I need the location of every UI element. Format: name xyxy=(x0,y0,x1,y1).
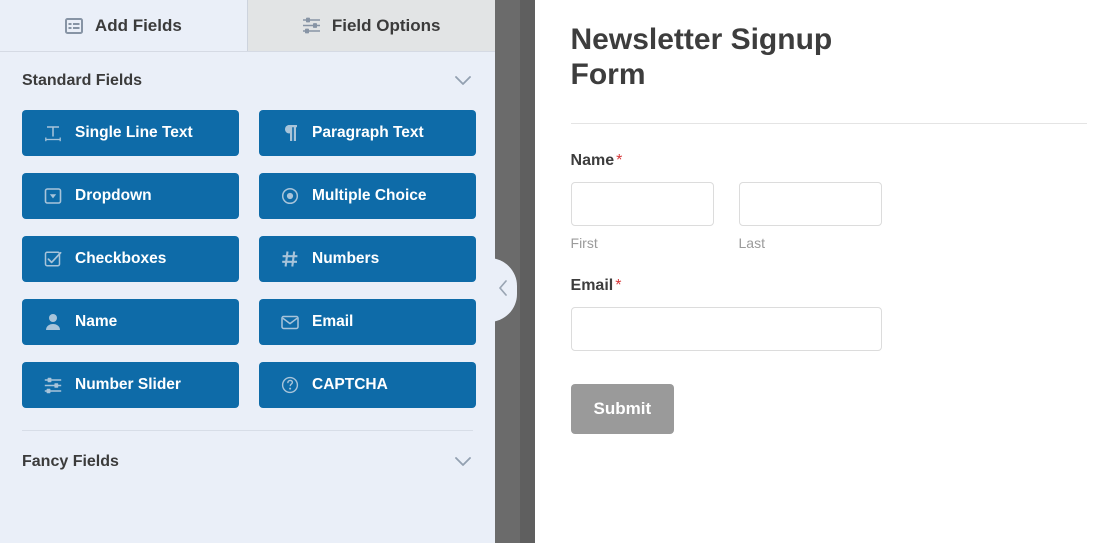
field-button-label: Numbers xyxy=(312,250,380,267)
field-button-paragraph-text[interactable]: Paragraph Text xyxy=(259,110,476,156)
section-header-fancy-fields[interactable]: Fancy Fields xyxy=(0,441,495,483)
name-subfield-row: First Last xyxy=(570,181,1086,251)
field-label-name-text: Name xyxy=(570,151,615,169)
chevron-down-icon[interactable] xyxy=(453,452,473,472)
name-first-column: First xyxy=(570,181,714,251)
preview-field-email[interactable]: Email * xyxy=(570,277,1086,351)
list-icon xyxy=(65,16,84,35)
field-button-checkboxes[interactable]: Checkboxes xyxy=(22,236,239,282)
email-input[interactable] xyxy=(570,306,882,351)
collapse-sidebar-button[interactable] xyxy=(488,258,517,322)
name-last-input[interactable] xyxy=(738,181,882,226)
field-button-name[interactable]: Name xyxy=(22,299,239,345)
field-button-label: Single Line Text xyxy=(75,124,193,141)
field-button-label: Paragraph Text xyxy=(312,124,424,141)
field-button-label: Checkboxes xyxy=(75,250,167,267)
field-button-label: Multiple Choice xyxy=(312,187,427,204)
tab-field-options-label: Field Options xyxy=(331,15,441,35)
tab-field-options[interactable]: Field Options xyxy=(247,0,495,51)
field-button-numbers[interactable]: Numbers xyxy=(259,236,476,282)
form-builder-app: Add Fields Field Options Standard Fields… xyxy=(0,0,1116,543)
name-first-sublabel: First xyxy=(570,234,598,251)
field-button-multiple-choice[interactable]: Multiple Choice xyxy=(259,173,476,219)
field-label-name: Name * xyxy=(571,152,1086,170)
preview-field-name[interactable]: Name * First Last xyxy=(570,152,1086,251)
field-button-label: CAPTCHA xyxy=(312,376,388,393)
question-circle-icon xyxy=(281,376,299,394)
radio-button-icon xyxy=(281,187,299,205)
sidebar-tab-bar: Add Fields Field Options xyxy=(0,0,495,52)
chevron-left-icon xyxy=(498,279,508,301)
user-icon xyxy=(44,313,62,331)
field-button-label: Dropdown xyxy=(75,187,152,204)
name-first-input[interactable] xyxy=(570,181,714,226)
required-marker: * xyxy=(615,276,622,294)
tab-add-fields[interactable]: Add Fields xyxy=(0,0,248,51)
paragraph-icon xyxy=(281,124,299,142)
field-button-single-line-text[interactable]: Single Line Text xyxy=(22,110,239,156)
name-last-column: Last xyxy=(738,181,882,251)
field-button-label: Name xyxy=(75,313,118,330)
name-last-sublabel: Last xyxy=(738,234,765,251)
section-title-standard-fields: Standard Fields xyxy=(22,72,143,89)
sliders-icon xyxy=(44,376,62,394)
sliders-icon xyxy=(302,16,321,35)
field-button-dropdown[interactable]: Dropdown xyxy=(22,173,239,219)
chevron-down-icon[interactable] xyxy=(453,71,473,91)
form-title[interactable]: Newsletter Signup Form xyxy=(571,22,871,93)
form-preview-panel: Newsletter Signup Form Name * First Last … xyxy=(534,0,1116,543)
field-button-label: Email xyxy=(312,313,354,330)
field-label-email: Email * xyxy=(571,277,1086,295)
title-divider xyxy=(570,122,1087,124)
field-button-number-slider[interactable]: Number Slider xyxy=(22,362,239,408)
section-title-fancy-fields: Fancy Fields xyxy=(22,453,119,470)
standard-fields-grid: Single Line Text Paragraph Text Dropdown… xyxy=(0,102,495,408)
hash-icon xyxy=(281,250,299,268)
submit-button[interactable]: Submit xyxy=(570,383,675,434)
tab-add-fields-label: Add Fields xyxy=(94,15,182,35)
text-width-icon xyxy=(44,124,62,142)
field-label-email-text: Email xyxy=(570,276,614,294)
envelope-icon xyxy=(281,313,299,331)
section-header-standard-fields[interactable]: Standard Fields xyxy=(0,60,495,102)
panel-divider xyxy=(488,0,535,543)
checkbox-checked-icon xyxy=(44,250,62,268)
field-button-label: Number Slider xyxy=(75,376,181,393)
field-button-email[interactable]: Email xyxy=(259,299,476,345)
required-marker: * xyxy=(616,151,623,169)
field-button-captcha[interactable]: CAPTCHA xyxy=(259,362,476,408)
section-divider xyxy=(22,430,473,431)
builder-sidebar: Add Fields Field Options Standard Fields… xyxy=(0,0,495,543)
dropdown-caret-icon xyxy=(44,187,62,205)
